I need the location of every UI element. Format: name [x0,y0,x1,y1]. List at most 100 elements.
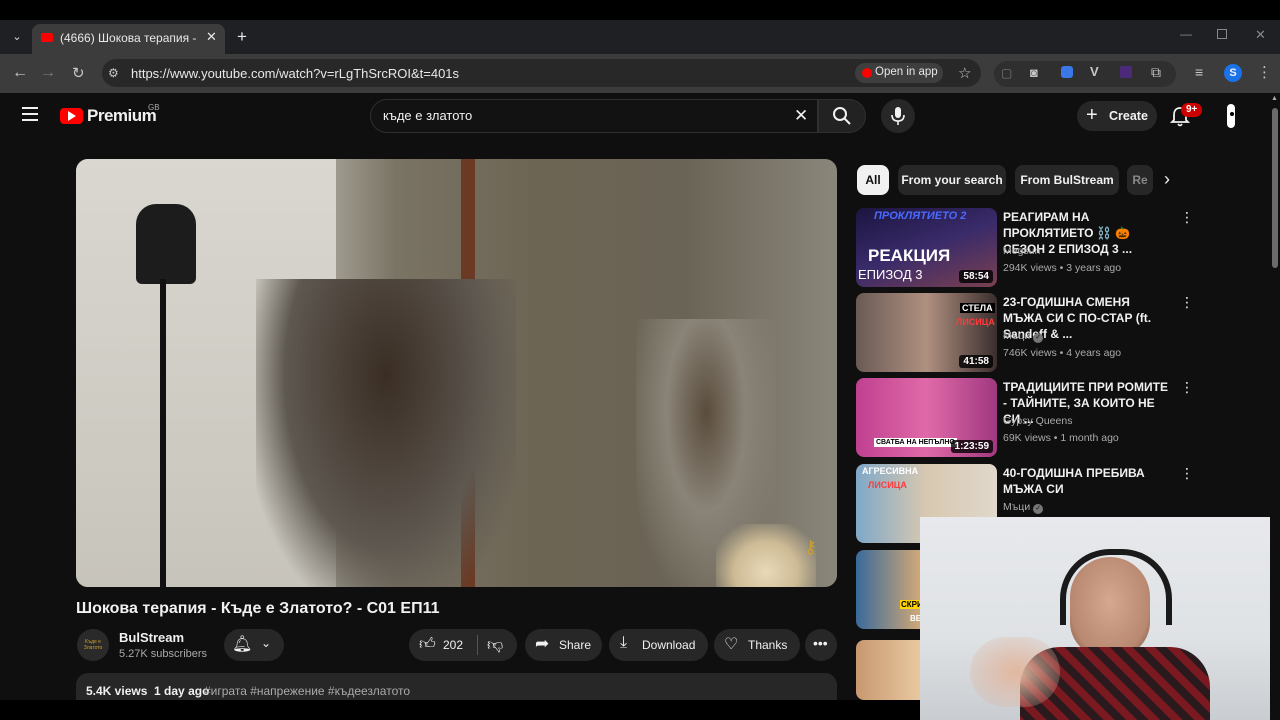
tab-title: (4666) Шокова терапия - Къде [60,31,196,45]
rec-more-icon[interactable]: ⋮ [1180,465,1194,482]
scroll-up-arrow-icon[interactable]: ▲ [1271,95,1278,102]
rec-channel-name: Мъци [1003,330,1031,342]
channel-name[interactable]: BulStream [119,630,184,645]
rec-more-icon[interactable]: ⋮ [1180,209,1194,226]
download-button[interactable]: ⤓ Download [609,629,708,661]
verified-check-icon: ✓ [1033,504,1044,514]
chip-from-your-search[interactable]: From your search [898,165,1006,195]
tab-close-icon[interactable]: ✕ [206,29,217,45]
thanks-button[interactable]: ♡ Thanks [714,629,800,661]
rec-channel[interactable]: Мъци ✓ [1003,501,1044,514]
chip-all[interactable]: All [857,165,889,195]
rec-age: 1 month ago [1060,432,1119,444]
share-icon: ➦ [535,634,550,653]
video-frame-camera [136,204,196,284]
open-in-app-button[interactable]: Open in app [855,63,943,83]
webcam-hands [970,637,1060,707]
play-triangle-icon [68,111,76,121]
media-control-icon[interactable]: ≡ [1195,64,1203,80]
more-actions-button[interactable]: ••• [805,629,837,661]
guide-menu-icon[interactable] [22,107,38,121]
extension-v-icon[interactable]: V [1090,64,1099,79]
site-settings-icon[interactable]: ⚙ [108,66,119,80]
voice-search-button[interactable] [881,99,915,133]
create-button[interactable]: + Create [1077,101,1157,131]
rec-channel[interactable]: Gypsy Queens [1003,415,1072,427]
rec-thumbnail[interactable]: СКРИ ВЕ [856,550,920,629]
rec-meta: 294K views • 3 years ago [1003,262,1122,274]
browser-menu-icon[interactable]: ⋮ [1257,63,1272,81]
search-query[interactable]: къде е златото [383,108,472,123]
video-duration: 41:58 [959,355,993,368]
extension-purple-icon[interactable] [1120,66,1132,78]
extensions-puzzle-icon[interactable]: ⧉ [1151,64,1161,81]
thumb-overlay-text: ЛИСИЦА [868,480,907,490]
channel-watermark-key-icon: ⚷ [804,537,818,557]
like-count: 202 [443,638,464,652]
os-top-bar [0,0,1280,20]
verified-check-icon: ✓ [1033,333,1044,343]
new-tab-button[interactable]: + [237,27,247,47]
rec-channel[interactable]: Мъци ✓ [1003,330,1044,343]
rec-more-icon[interactable]: ⋮ [1180,294,1194,311]
rec-channel[interactable]: Megsun [1003,245,1040,257]
rec-thumbnail[interactable]: ПРОКЛЯТИЕТО 2 РЕАКЦИЯ ЕПИЗОД 3 58:54 [856,208,997,287]
rec-channel-name: Мъци [1003,501,1031,513]
extension-1-icon[interactable]: ▢ [1001,66,1012,80]
subscribed-button[interactable]: 🔔︎ ⌄ [224,629,284,661]
channel-avatar[interactable]: Къде е Златото [77,629,109,661]
dislike-button[interactable]: 👎︎ [478,629,517,661]
extensions-group [994,61,1176,87]
clear-search-icon[interactable]: ✕ [794,106,808,126]
extension-blue-icon[interactable] [1061,66,1073,78]
rec-more-icon[interactable]: ⋮ [1180,379,1194,396]
hashtags[interactable]: #играта #напрежение #къдеезлатото [204,684,410,698]
like-button[interactable]: 👍︎ 202 [409,629,477,661]
reload-icon[interactable]: ↻ [72,64,85,82]
share-button[interactable]: ➦ Share [525,629,602,661]
rec-thumbnail[interactable]: СТЕЛА ЛИСИЦА 41:58 [856,293,997,372]
chip-partial[interactable]: Re [1127,165,1153,195]
window-minimize-icon[interactable]: — [1180,27,1192,41]
thumb-overlay-text: АГРЕСИВНА [862,466,919,476]
open-in-app-label: Open in app [875,66,938,78]
microphone-icon [891,107,905,125]
video-frame-stand [160,279,166,587]
rec-thumbnail[interactable]: СВАТБА НА НЕПЪЛНО 1:23:59 [856,378,997,457]
tab-list-button[interactable]: ⌄ [8,28,26,46]
forward-icon[interactable]: → [40,64,56,82]
video-player[interactable]: ⚷ [76,159,837,587]
notification-badge: 9+ [1181,103,1203,117]
rec-title[interactable]: 40-ГОДИШНА ПРЕБИВА МЪЖА СИ [1003,465,1173,497]
logo-text[interactable]: Premium [87,106,157,126]
rec-age: 3 years ago [1066,262,1122,274]
window-restore-icon[interactable] [1217,29,1227,39]
rec-views: 294K views [1003,262,1057,274]
chips-next-arrow-icon[interactable]: › [1164,169,1170,190]
thumb-overlay-text: ЕПИЗОД 3 [858,267,923,282]
thumb-overlay-text: СКРИ [900,600,920,609]
video-title: Шокова терапия - Къде е Златото? - С01 Е… [76,600,440,617]
window-close-icon[interactable]: ✕ [1255,27,1266,43]
share-label: Share [559,638,592,652]
search-button[interactable] [818,99,866,133]
thanks-heart-icon: ♡ [724,636,739,653]
thumb-overlay-text: ВЕ [910,614,920,623]
download-icon: ⤓ [620,634,628,651]
download-label: Download [642,638,696,652]
bookmark-star-icon[interactable]: ☆ [958,64,971,82]
url-text[interactable]: https://www.youtube.com/watch?v=rLgThSrc… [131,66,459,81]
chevron-down-icon: ⌄ [261,636,272,650]
scrollbar-thumb[interactable] [1272,108,1278,268]
rec-thumbnail[interactable] [856,640,920,700]
video-frame-person [256,279,516,587]
chip-from-bulstream[interactable]: From BulStream [1015,165,1119,195]
upload-age: 1 day ago [154,684,210,698]
screenshot-extension-icon[interactable]: ◙ [1030,65,1038,80]
create-label: Create [1109,109,1148,123]
profile-avatar[interactable]: S [1224,64,1242,82]
logo-region: GB [148,103,160,112]
back-icon[interactable]: ← [12,64,28,82]
account-avatar[interactable] [1221,104,1243,128]
youtube-icon [862,68,872,78]
